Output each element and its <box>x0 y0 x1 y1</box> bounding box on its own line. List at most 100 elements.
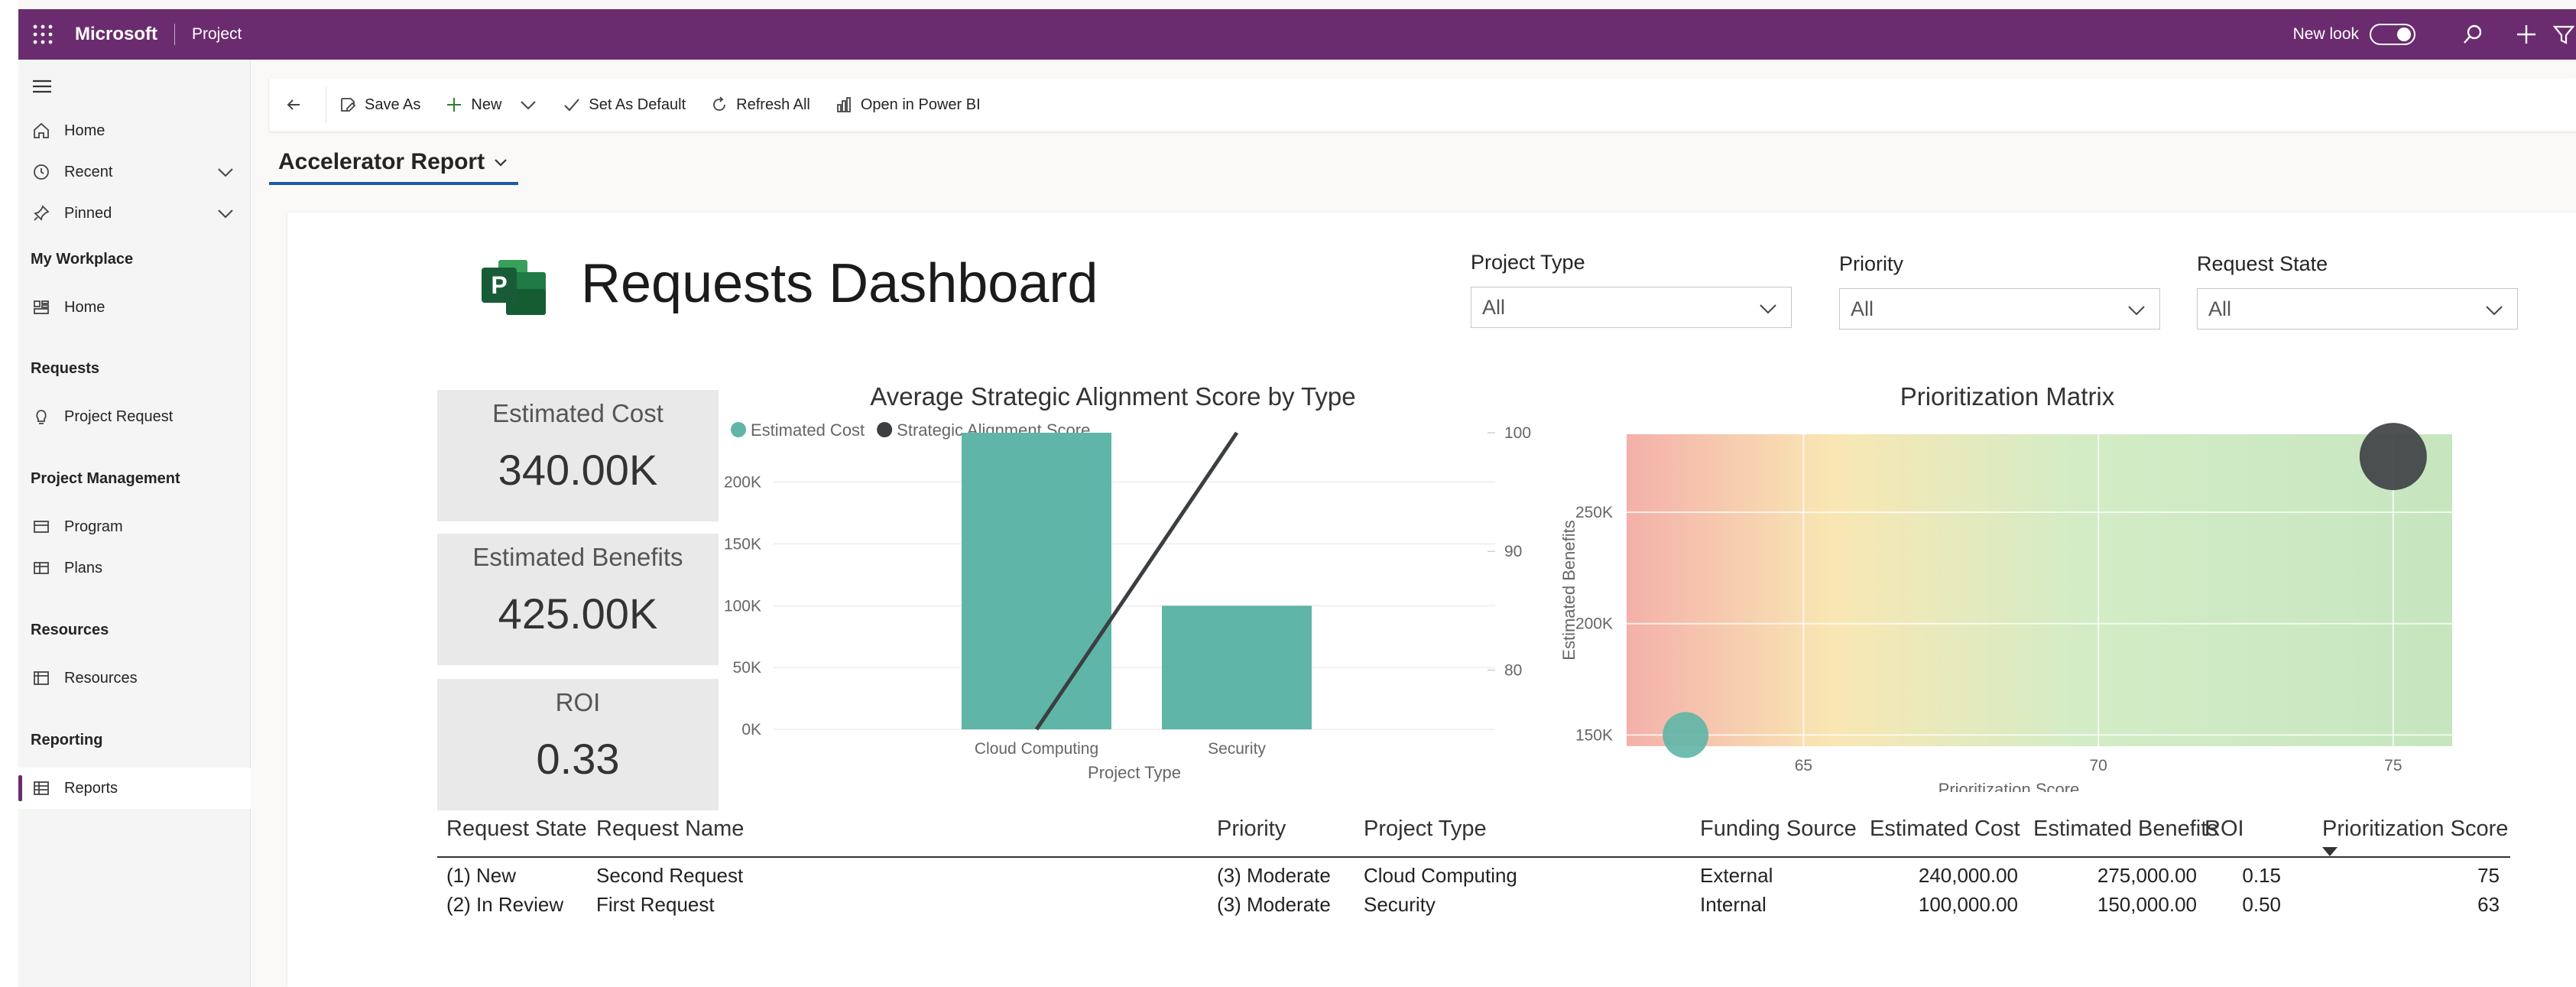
sidebar-item-program[interactable]: Program <box>18 506 251 547</box>
column-header-prioritization-score[interactable]: Prioritization Score <box>2322 817 2508 842</box>
combo-chart[interactable]: Estimated Cost Strategic Alignment Score0… <box>723 417 1533 792</box>
brand-separator <box>174 24 175 45</box>
bar-security[interactable] <box>1162 606 1312 729</box>
cell-prioritization-score: 75 <box>2477 864 2500 887</box>
kpi-value: 425.00K <box>498 589 658 638</box>
cell-project-type: Security <box>1364 893 1436 916</box>
kpi-label: Estimated Benefits <box>472 543 683 571</box>
cell-funding-source: Internal <box>1700 893 1767 916</box>
refresh-icon <box>713 96 726 111</box>
cell-roi: 0.15 <box>2242 864 2281 887</box>
cell-project-type: Cloud Computing <box>1364 864 1517 887</box>
chevron-down-icon[interactable] <box>216 162 235 187</box>
report-selector[interactable]: Accelerator Report <box>269 142 519 185</box>
kpi-roi[interactable]: ROI 0.33 <box>437 679 719 810</box>
bar-cloud-computing[interactable] <box>962 433 1111 729</box>
legend-marker <box>731 422 746 437</box>
new-split-dropdown[interactable] <box>514 78 550 131</box>
sidebar-item-recent[interactable]: Recent <box>18 151 251 193</box>
x-tick-label: Security <box>1208 740 1266 758</box>
column-header-request-state[interactable]: Request State <box>446 817 587 842</box>
sidebar-item-resources[interactable]: Resources <box>18 657 251 699</box>
svg-text:P: P <box>491 271 507 299</box>
kpi-estimated-benefits[interactable]: Estimated Benefits 425.00K <box>437 534 719 665</box>
scatter-point-1[interactable] <box>1663 712 1709 758</box>
chevron-down-icon[interactable] <box>216 203 235 228</box>
main-content: Save As New Set As Default Refresh All O… <box>251 60 2576 987</box>
y-tick-label: 200K <box>1575 615 1613 633</box>
open-in-power-bi-label: Open in Power BI <box>860 96 981 113</box>
dashboard-title: Requests Dashboard <box>581 253 1098 314</box>
app-name[interactable]: Project <box>192 25 242 44</box>
add-icon[interactable] <box>2500 9 2553 60</box>
set-as-default-button[interactable]: Set As Default <box>550 78 698 131</box>
project-type-dropdown[interactable]: All <box>1471 287 1792 328</box>
chevron-down-icon <box>521 101 537 110</box>
plans-icon <box>29 556 54 580</box>
cell-funding-source: External <box>1700 864 1773 887</box>
sidebar-item-label: Resources <box>64 669 138 687</box>
filter-label: Priority <box>1839 252 1904 275</box>
sidebar-item-label: Recent <box>64 163 113 180</box>
back-button[interactable] <box>269 87 326 122</box>
column-header-priority[interactable]: Priority <box>1217 817 1286 842</box>
report-canvas: P Requests Dashboard Project Type All Pr… <box>287 213 2576 987</box>
x-tick-label: Cloud Computing <box>975 740 1098 758</box>
open-in-power-bi-button[interactable]: Open in Power BI <box>822 78 993 131</box>
dropdown-value: All <box>1482 295 1506 319</box>
kpi-label: ROI <box>555 688 601 716</box>
filter-icon[interactable] <box>2553 9 2576 60</box>
section-resources: Resources <box>31 622 109 638</box>
column-header-request-name[interactable]: Request Name <box>596 817 744 842</box>
new-look-toggle[interactable] <box>2370 24 2415 45</box>
cell-request-name: Second Request <box>596 864 744 887</box>
x-axis-title: Project Type <box>1088 763 1181 782</box>
cell-estimated-cost: 240,000.00 <box>1918 864 2018 887</box>
sidebar-item-project-request[interactable]: Project Request <box>18 396 251 437</box>
sidebar-item-label: Program <box>64 518 123 535</box>
y-tick-label: 250K <box>1575 504 1613 521</box>
combo-chart-title: Average Strategic Alignment Score by Typ… <box>870 382 1356 411</box>
kpi-estimated-cost[interactable]: Estimated Cost 340.00K <box>437 390 719 521</box>
new-button[interactable]: New <box>433 78 514 131</box>
request-state-dropdown[interactable]: All <box>2197 288 2518 330</box>
top-app-bar: Microsoft Project New look <box>18 9 2576 60</box>
power-bi-icon <box>836 97 851 112</box>
sidebar-item-label: Home <box>64 122 105 139</box>
table-row[interactable]: (2) In Review First Request (3) Moderate… <box>437 888 2510 917</box>
sidebar-item-plans[interactable]: Plans <box>18 547 251 589</box>
top-bar-actions: New look <box>2293 9 2576 60</box>
scatter-point-2[interactable] <box>2359 423 2427 491</box>
cell-priority: (3) Moderate <box>1217 893 1331 916</box>
x-tick-label: 75 <box>2384 757 2402 774</box>
sidebar-item-label: Home <box>64 298 105 316</box>
sidebar-item-home[interactable]: Home <box>18 110 251 151</box>
column-header-project-type[interactable]: Project Type <box>1364 817 1487 842</box>
section-reporting: Reporting <box>31 732 103 748</box>
save-as-label: Save As <box>365 96 421 113</box>
arrow-left-icon <box>287 99 300 110</box>
scatter-chart[interactable]: 65 70 75 150K 200K 250K Prioritization Score Es… <box>1541 417 2481 792</box>
column-header-estimated-cost[interactable]: Estimated Cost <box>1870 817 2020 842</box>
matrix-background <box>1627 434 2452 746</box>
x-axis-title: Prioritization Score <box>1938 780 2080 792</box>
priority-dropdown[interactable]: All <box>1839 288 2160 330</box>
cell-estimated-cost: 100,000.00 <box>1918 893 2018 916</box>
sidebar-item-workplace-home[interactable]: Home <box>18 287 251 328</box>
app-launcher-icon[interactable] <box>20 9 66 60</box>
table-row[interactable]: (1) New Second Request (3) Moderate Clou… <box>437 859 2510 888</box>
set-as-default-label: Set As Default <box>589 96 686 113</box>
column-header-roi[interactable]: ROI <box>2205 817 2244 842</box>
column-header-funding-source[interactable]: Funding Source <box>1700 817 1857 842</box>
sidebar-item-reports[interactable]: Reports <box>18 768 251 809</box>
search-icon[interactable] <box>2446 9 2500 60</box>
brand-name[interactable]: Microsoft <box>75 24 157 45</box>
table-header: Request State Request Name Priority Proj… <box>437 809 2510 858</box>
sidebar-item-pinned[interactable]: Pinned <box>18 193 251 234</box>
refresh-all-button[interactable]: Refresh All <box>698 78 822 131</box>
hamburger-menu-icon[interactable] <box>31 75 54 98</box>
save-as-button[interactable]: Save As <box>326 78 433 131</box>
sort-descending-icon <box>2322 847 2338 856</box>
column-header-estimated-benefits[interactable]: Estimated Benefits <box>2033 817 2218 842</box>
legend-label[interactable]: Estimated Cost <box>751 420 865 440</box>
